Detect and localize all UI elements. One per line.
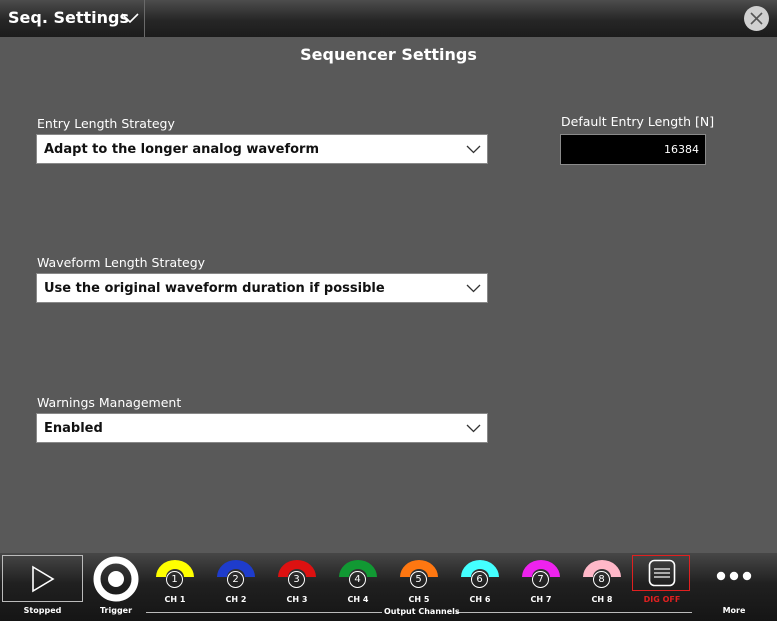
- channel-button-3[interactable]: 3 CH 3: [275, 557, 319, 604]
- channel-button-5[interactable]: 5 CH 5: [397, 557, 441, 604]
- dig-status-label: DIG OFF: [643, 595, 681, 604]
- panel-selector-button[interactable]: Seq. Settings: [0, 0, 145, 37]
- chevron-down-icon: [121, 13, 139, 24]
- channel-number: 2: [227, 571, 244, 588]
- entry-length-strategy-label: Entry Length Strategy: [37, 116, 175, 131]
- chevron-down-icon: [466, 284, 481, 293]
- play-button[interactable]: Stopped: [0, 553, 85, 621]
- channel-number: 4: [349, 571, 366, 588]
- more-label: More: [722, 606, 746, 615]
- close-button[interactable]: [744, 6, 769, 31]
- more-button[interactable]: More: [708, 553, 760, 621]
- more-icon: [716, 571, 752, 581]
- channel-label: CH 1: [164, 595, 186, 604]
- output-channels-divider-right: [456, 612, 692, 613]
- default-entry-length-value: 16384: [664, 143, 699, 156]
- page-title: Sequencer Settings: [300, 45, 477, 64]
- output-channels-label: Output Channels: [384, 607, 460, 616]
- entry-length-strategy-value: Adapt to the longer analog waveform: [44, 142, 320, 157]
- channel-button-6[interactable]: 6 CH 6: [458, 557, 502, 604]
- channel-number: 1: [166, 571, 183, 588]
- channel-label: CH 7: [530, 595, 552, 604]
- chevron-down-icon: [466, 424, 481, 433]
- digital-icon: [648, 559, 676, 587]
- channel-button-7[interactable]: 7 CH 7: [519, 557, 563, 604]
- warnings-management-dropdown[interactable]: Enabled: [36, 413, 488, 443]
- channel-button-2[interactable]: 2 CH 2: [214, 557, 258, 604]
- channel-label: CH 6: [469, 595, 491, 604]
- default-entry-length-label: Default Entry Length [N]: [561, 114, 715, 129]
- warnings-management-value: Enabled: [44, 421, 103, 436]
- channel-label: CH 8: [591, 595, 613, 604]
- play-icon: [32, 565, 55, 593]
- channel-button-1[interactable]: 1 CH 1: [153, 557, 197, 604]
- dig-frame: [632, 555, 690, 591]
- warnings-management-label: Warnings Management: [37, 395, 182, 410]
- channel-label: CH 3: [286, 595, 308, 604]
- play-frame: [2, 555, 83, 602]
- channel-label: CH 5: [408, 595, 430, 604]
- channel-number: 7: [532, 571, 549, 588]
- waveform-length-strategy-label: Waveform Length Strategy: [37, 255, 206, 270]
- channel-number: 8: [593, 571, 610, 588]
- trigger-button[interactable]: Trigger: [90, 553, 142, 621]
- play-status-label: Stopped: [23, 606, 62, 615]
- channel-button-4[interactable]: 4 CH 4: [336, 557, 380, 604]
- output-channels-divider-left: [146, 612, 382, 613]
- title-bar: Seq. Settings: [0, 0, 777, 37]
- dig-button[interactable]: DIG OFF: [632, 555, 692, 604]
- channel-number: 3: [288, 571, 305, 588]
- close-icon: [750, 12, 763, 25]
- trigger-label: Trigger: [99, 606, 133, 615]
- channel-number: 5: [410, 571, 427, 588]
- default-entry-length-input[interactable]: 16384: [560, 134, 706, 165]
- waveform-length-strategy-value: Use the original waveform duration if po…: [44, 281, 385, 296]
- trigger-icon: [93, 556, 139, 602]
- chevron-down-icon: [466, 145, 481, 154]
- channel-label: CH 2: [225, 595, 247, 604]
- entry-length-strategy-dropdown[interactable]: Adapt to the longer analog waveform: [36, 134, 488, 164]
- channel-number: 6: [471, 571, 488, 588]
- channel-label: CH 4: [347, 595, 369, 604]
- waveform-length-strategy-dropdown[interactable]: Use the original waveform duration if po…: [36, 273, 488, 303]
- channel-button-8[interactable]: 8 CH 8: [580, 557, 624, 604]
- panel-title: Seq. Settings: [8, 8, 129, 27]
